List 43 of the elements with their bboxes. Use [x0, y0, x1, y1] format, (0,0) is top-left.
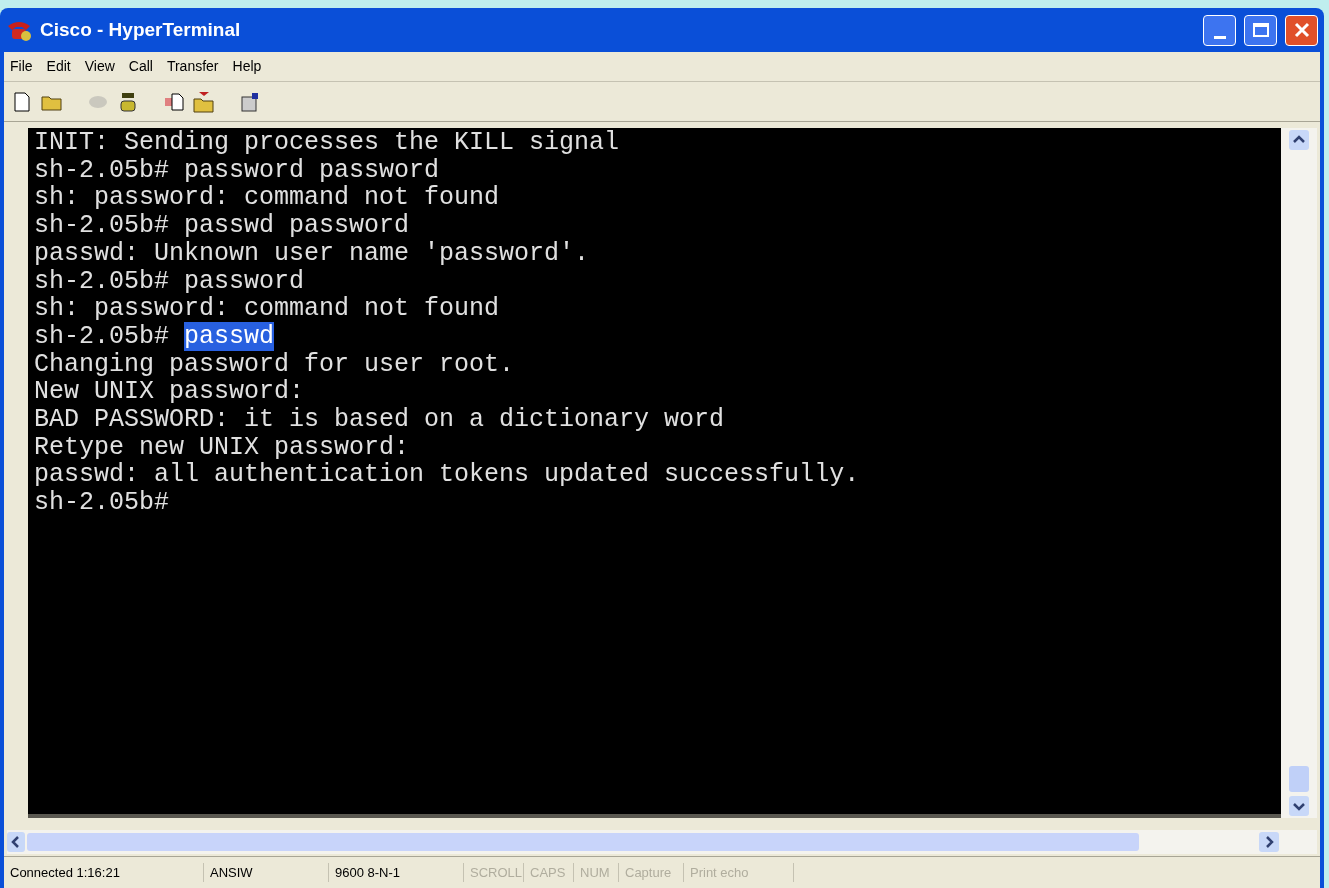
terminal-line: Retype new UNIX password:	[34, 433, 411, 462]
terminal-line: sh-2.05b# password	[34, 267, 306, 296]
page-icon	[164, 92, 184, 111]
minimize-button[interactable]	[1203, 14, 1236, 46]
terminal-screen[interactable]	[28, 128, 1281, 818]
terminal-line: passwd: all authentication tokens updated successfully.	[34, 461, 861, 490]
close-button[interactable]	[1285, 14, 1318, 46]
window-icon	[240, 91, 260, 112]
status-text: 9600 8-N-1	[329, 862, 464, 883]
menu-item[interactable]: Help	[232, 56, 262, 77]
terminal-line: Changing password for user root.	[34, 350, 516, 379]
menu-item[interactable]: View	[84, 56, 115, 77]
menu-item[interactable]: Edit	[46, 56, 71, 77]
terminal-line: passwd: Unknown user name 'password'.	[34, 239, 591, 268]
status-text: Capture	[619, 862, 684, 883]
terminal-line: New UNIX password:	[34, 378, 306, 407]
window-title: Cisco - HyperTerminal	[40, 17, 242, 42]
terminal-line: sh-2.05b#	[34, 489, 171, 517]
scroll-thumb[interactable]	[27, 833, 1139, 851]
status-text: Print echo	[684, 862, 794, 883]
close-icon	[1293, 22, 1310, 38]
status-text: ANSIW	[204, 862, 329, 883]
terminal-line: sh: password: command not found	[34, 295, 501, 323]
status-text: NUM	[574, 862, 619, 883]
terminal-line: BAD PASSWORD: it is based on a dictionary word	[34, 406, 726, 434]
page-icon	[14, 91, 30, 112]
terminal-line: sh-2.05b# passwd	[34, 322, 276, 351]
menu-item[interactable]: Transfer	[166, 56, 219, 77]
terminal-line: sh: password: command not found	[34, 184, 501, 213]
folder-icon	[193, 90, 215, 113]
horizontal-scrollbar[interactable]	[7, 830, 1317, 854]
status-text: SCROLL	[464, 862, 524, 883]
scroll-thumb[interactable]	[1289, 766, 1309, 792]
maximize-button[interactable]	[1244, 14, 1277, 46]
receive-button[interactable]	[192, 89, 216, 114]
terminal-line: INIT: Sending processes the KILL signal	[34, 129, 621, 157]
vertical-scrollbar[interactable]	[1281, 128, 1317, 818]
menu-item[interactable]: Call	[128, 56, 153, 77]
terminal-line: sh-2.05b# passwd password	[34, 212, 411, 240]
status-text: CAPS	[524, 862, 574, 883]
menu-item[interactable]: File	[10, 56, 33, 77]
status-text: Connected 1:16:21	[4, 862, 204, 883]
terminal-line: sh-2.05b# password password	[34, 156, 441, 185]
